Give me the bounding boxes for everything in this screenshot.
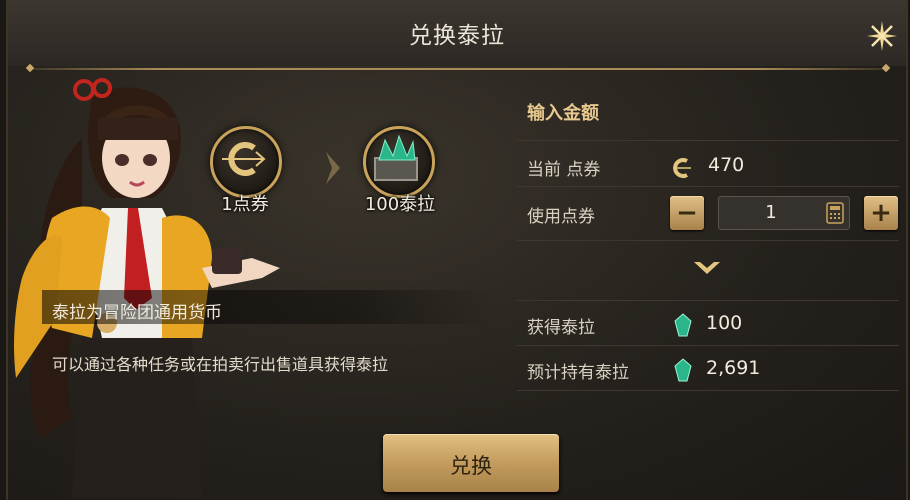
chevron-right-icon	[326, 152, 340, 184]
divider	[517, 240, 899, 241]
tera-chest-icon	[374, 134, 418, 181]
dialog-title: 兑换泰拉	[409, 23, 505, 49]
obtain-tera-label: 获得泰拉	[527, 318, 595, 338]
plus-icon: +	[870, 198, 892, 228]
divider	[517, 300, 899, 301]
minus-icon: −	[676, 198, 698, 228]
quantity-value[interactable]: 1	[719, 202, 823, 223]
expected-tera-label: 预计持有泰拉	[527, 363, 629, 383]
current-coupon-value: 470	[708, 154, 745, 176]
info-main-text: 泰拉为冒险团通用货币	[52, 303, 222, 323]
exchange-dialog: 兑换泰拉 1点券 100泰拉 泰拉为冒险团通用货币 可以通过各种任务或在拍卖行出…	[6, 0, 908, 500]
divider	[517, 186, 899, 187]
current-coupon-label: 当前 点券	[527, 160, 601, 180]
green-gem-icon	[674, 313, 692, 337]
divider	[517, 345, 899, 346]
close-icon[interactable]	[864, 18, 900, 54]
use-coupon-label: 使用点券	[527, 207, 595, 227]
coupon-c-icon	[222, 142, 266, 176]
title-bar: 兑换泰拉	[8, 0, 906, 66]
coupon-amount-label: 1点券	[221, 194, 269, 215]
expected-tera-value: 2,691	[706, 357, 761, 379]
obtain-tera-value: 100	[706, 312, 743, 334]
calculator-icon[interactable]	[826, 202, 844, 224]
green-gem-icon	[674, 358, 692, 382]
exchange-button-label: 兑换	[450, 454, 492, 478]
tera-amount-label: 100泰拉	[364, 194, 436, 215]
chevron-down-icon	[694, 262, 720, 274]
exchange-button[interactable]: 兑换	[383, 434, 559, 492]
coupon-circle	[210, 126, 282, 198]
divider	[517, 390, 899, 391]
section-title: 输入金额	[527, 103, 599, 124]
decrease-button[interactable]: −	[670, 196, 704, 230]
increase-button[interactable]: +	[864, 196, 898, 230]
divider	[517, 140, 899, 141]
coupon-c-icon	[673, 158, 691, 178]
info-sub-text: 可以通过各种任务或在拍卖行出售道具获得泰拉	[52, 355, 389, 374]
tera-chest-circle	[363, 126, 435, 198]
title-divider	[30, 68, 886, 70]
quantity-field[interactable]: 1	[718, 196, 850, 230]
